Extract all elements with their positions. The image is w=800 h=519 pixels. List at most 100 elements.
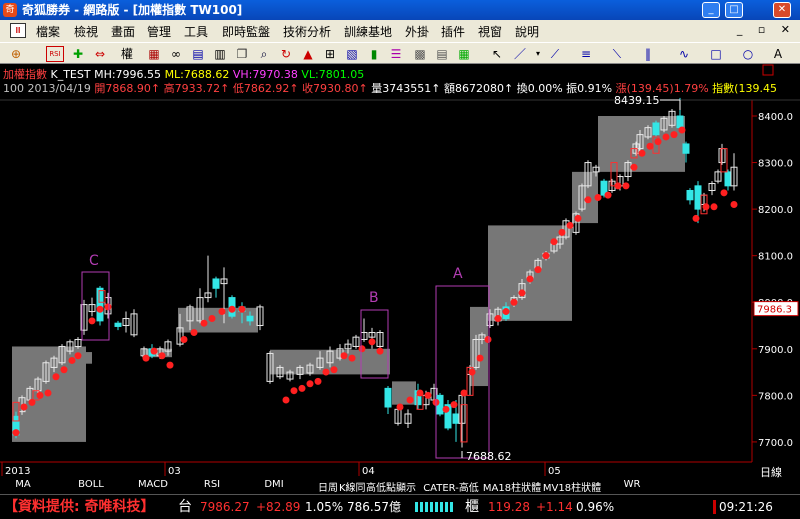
layout-icon[interactable]: ⊞ xyxy=(322,46,338,62)
signal-dot xyxy=(158,352,166,360)
candle-down xyxy=(682,143,690,154)
text-tool-icon[interactable]: A xyxy=(770,46,786,62)
menu-addin[interactable]: 插件 xyxy=(441,23,465,40)
signal-dot xyxy=(28,398,36,406)
signal-dot xyxy=(692,214,700,222)
line-tool-icon[interactable]: ／ xyxy=(512,46,528,62)
signal-dot xyxy=(142,354,150,362)
vol-icon[interactable]: ▦ xyxy=(456,46,472,62)
indicator-icon[interactable]: ▧ xyxy=(344,46,360,62)
fan-tool-icon[interactable]: ⟍ xyxy=(609,46,625,62)
period-value: 100 xyxy=(3,82,24,95)
ray-tool-icon[interactable]: ⟋ xyxy=(547,46,563,62)
cycle-tool-icon[interactable]: ‖ xyxy=(640,46,656,62)
menu-help[interactable]: 說明 xyxy=(515,23,539,40)
rights-button[interactable]: 權 xyxy=(116,46,138,62)
menu-tech-analysis[interactable]: 技術分析 xyxy=(283,23,331,40)
wave-tool-icon[interactable]: ∿ xyxy=(676,46,692,62)
arrow-lr-icon[interactable]: ⇔ xyxy=(92,46,108,62)
period-label: 日線 xyxy=(760,465,782,479)
range-box-1 xyxy=(86,352,92,364)
compare-icon[interactable]: ▩ xyxy=(412,46,428,62)
drag-icon[interactable]: ⊕ xyxy=(8,46,24,62)
cursor-icon[interactable]: ↖ xyxy=(489,46,505,62)
signal-dot xyxy=(68,356,76,364)
data-provider: 【資料提供: 奇唯科技】 xyxy=(4,499,155,515)
dropdown-icon[interactable]: ▾ xyxy=(530,46,546,62)
toolbar: ⊕ RSI ✚ ⇔ 權 ▦ ∞ ▤ ▥ ❐ ⌕ ↻ ▲ ⊞ ▧ ▮ ☰ ▩ ▤ … xyxy=(0,42,800,64)
tab-high-low[interactable]: 高低點顯示 xyxy=(362,479,420,494)
candle-down xyxy=(724,171,732,187)
signal-dot xyxy=(654,138,662,146)
signal-dot xyxy=(594,193,602,201)
menu-file[interactable]: 檔案 xyxy=(36,23,60,40)
list-icon[interactable]: ☰ xyxy=(388,46,404,62)
menu-window[interactable]: 視窗 xyxy=(478,23,502,40)
tab-mv18[interactable]: MV18柱狀體 xyxy=(542,479,602,494)
price-label: 7900.0 xyxy=(758,345,793,356)
signal-dot xyxy=(510,298,518,306)
tab-week[interactable]: 日周 xyxy=(316,479,340,494)
signal-dot xyxy=(670,131,678,139)
calculator-icon[interactable]: ▦ xyxy=(146,46,162,62)
tai-change: +82.89 xyxy=(256,500,301,514)
grid-icon[interactable]: ▤ xyxy=(190,46,206,62)
signal-dot xyxy=(566,221,574,229)
rect-tool-icon[interactable]: □ xyxy=(708,46,724,62)
sheet-icon[interactable]: ▤ xyxy=(434,46,450,62)
price-label: 7800.0 xyxy=(758,391,793,402)
menu-training[interactable]: 訓練基地 xyxy=(344,23,392,40)
minimize-icon[interactable]: _ xyxy=(702,2,720,18)
signal-dot xyxy=(584,196,592,204)
menu-screen[interactable]: 畫面 xyxy=(111,23,135,40)
tab-ma[interactable]: MA xyxy=(10,479,36,490)
candlestick-chart[interactable]: 8400.08300.08200.08100.08000.07900.07800… xyxy=(0,64,800,494)
find-icon[interactable]: ⌕ xyxy=(256,46,272,62)
tai-volume: 786.57億 xyxy=(347,500,401,514)
current-price-label: 7986.3 xyxy=(757,305,792,316)
signal-dot xyxy=(484,335,492,343)
low-value: 低7862.92↑ xyxy=(232,82,299,95)
maximize-icon[interactable]: □ xyxy=(725,2,743,18)
chart-panel[interactable]: 8400.08300.08200.08100.08000.07900.07800… xyxy=(0,64,800,494)
menu-plugin[interactable]: 外掛 xyxy=(405,23,429,40)
reload-icon[interactable]: ↻ xyxy=(278,46,294,62)
signal-dot xyxy=(104,303,112,311)
glasses-icon[interactable]: ∞ xyxy=(168,46,184,62)
menu-manage[interactable]: 管理 xyxy=(147,23,171,40)
menu-view[interactable]: 檢視 xyxy=(74,23,98,40)
copy-icon[interactable]: ❐ xyxy=(234,46,250,62)
tai-label: 台 xyxy=(178,499,192,515)
tab-ma18[interactable]: MA18柱狀體 xyxy=(481,479,543,494)
tab-wr[interactable]: WR xyxy=(622,479,642,490)
signal-dot xyxy=(330,366,338,374)
amplitude-value: 振0.91% xyxy=(566,82,613,95)
circle-tool-icon[interactable]: ○ xyxy=(740,46,756,62)
signal-dot xyxy=(190,329,198,337)
zoom-icon[interactable]: ✚ xyxy=(70,46,86,62)
price-label: 8100.0 xyxy=(758,252,793,263)
tab-macd[interactable]: MACD xyxy=(138,479,168,490)
tab-dmi[interactable]: DMI xyxy=(262,479,286,490)
channel-tool-icon[interactable]: ≡ xyxy=(578,46,594,62)
close-icon[interactable]: ✕ xyxy=(773,2,791,18)
menu-tools[interactable]: 工具 xyxy=(184,23,208,40)
tab-cater[interactable]: CATER-高低 xyxy=(421,479,481,494)
tab-boll[interactable]: BOLL xyxy=(76,479,106,490)
quote-info-line: 100 2013/04/19 開7868.90↑ 高7933.72↑ 低7862… xyxy=(3,80,777,96)
menu-monitor[interactable]: 即時監盤 xyxy=(222,23,270,40)
signal-dot xyxy=(678,126,686,134)
mdi-controls[interactable]: _ ▫ ✕ xyxy=(737,23,796,36)
rsi-button[interactable]: RSI xyxy=(46,46,64,62)
tab-rsi[interactable]: RSI xyxy=(200,479,224,490)
chart-window-icon[interactable]: Ⅲ xyxy=(10,23,26,38)
signal-dot xyxy=(200,319,208,327)
bars-icon[interactable]: ▮ xyxy=(366,46,382,62)
signal-dot xyxy=(494,315,502,323)
signal-dot xyxy=(208,315,216,323)
gui-percent: 0.96% xyxy=(576,500,615,514)
book-icon[interactable]: ▥ xyxy=(212,46,228,62)
turnover-value: 換0.00% xyxy=(516,82,563,95)
alarm-icon[interactable]: ▲ xyxy=(300,46,316,62)
signal-dot xyxy=(228,305,236,313)
